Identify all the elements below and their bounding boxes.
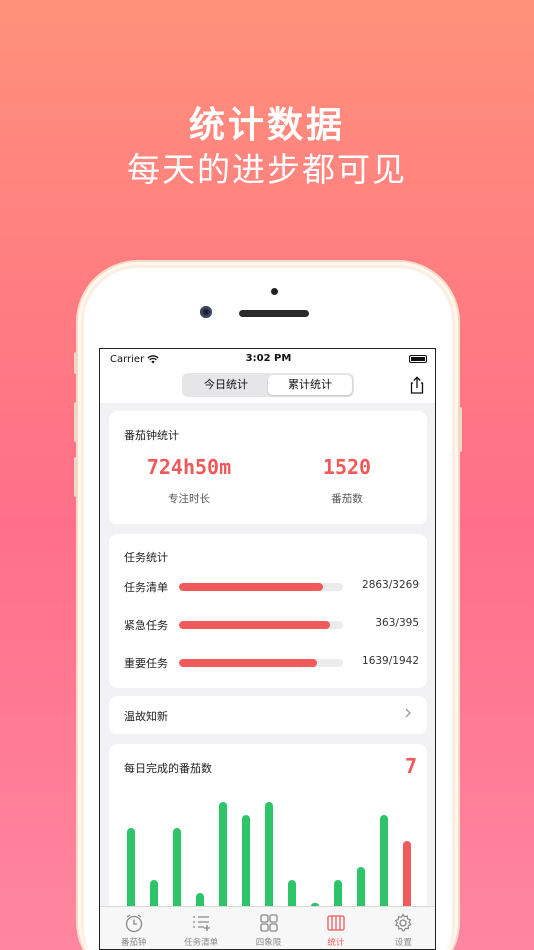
proximity-sensor bbox=[271, 288, 278, 295]
app-screen: Carrier 3:02 PM 今日统计 累计统计 番茄钟统计 724h50m … bbox=[99, 348, 436, 950]
tab-label: 四象限 bbox=[255, 938, 282, 948]
stats-segmented-control: 今日统计 累计统计 bbox=[182, 373, 354, 397]
focus-duration-label: 专注时长 bbox=[168, 493, 210, 505]
task-row-value: 1639/1942 bbox=[362, 655, 419, 667]
status-bar: Carrier 3:02 PM bbox=[100, 349, 435, 369]
chevron-right-icon bbox=[405, 708, 411, 718]
pomodoro-stats-card: 番茄钟统计 724h50m 专注时长 1520 番茄数 bbox=[109, 411, 427, 524]
chart-bar bbox=[403, 841, 412, 906]
tab-pomodoro[interactable]: 番茄钟 bbox=[100, 907, 167, 949]
grid-icon bbox=[259, 914, 278, 932]
tab-quadrants[interactable]: 四象限 bbox=[235, 907, 302, 949]
pomodoro-count-value: 1520 bbox=[322, 455, 372, 479]
task-row-label: 重要任务 bbox=[124, 657, 168, 670]
stats-icon bbox=[327, 915, 345, 931]
mute-switch bbox=[74, 352, 78, 374]
hero-title: 统计数据 bbox=[188, 105, 345, 146]
tab-label: 设置 bbox=[394, 938, 412, 948]
progress-fill bbox=[179, 583, 323, 591]
tab-bar: 番茄钟 任务清单 四象限 统计 设置 bbox=[100, 906, 435, 949]
gear-icon bbox=[395, 913, 413, 932]
task-row-urgent: 紧急任务 363/395 bbox=[124, 616, 419, 632]
progress-fill bbox=[179, 621, 330, 629]
chart-bar bbox=[195, 893, 204, 906]
task-row-important: 重要任务 1639/1942 bbox=[124, 654, 419, 670]
tab-label: 任务清单 bbox=[184, 938, 219, 948]
task-row-value: 363/395 bbox=[375, 617, 419, 629]
volume-down-button bbox=[74, 457, 78, 497]
chart-bar bbox=[172, 828, 181, 906]
focus-duration-value: 724h50m bbox=[146, 455, 232, 479]
tab-task-list[interactable]: 任务清单 bbox=[167, 907, 234, 949]
segment-cumulative[interactable]: 累计统计 bbox=[268, 375, 352, 395]
chart-bar bbox=[149, 880, 158, 906]
tab-settings[interactable]: 设置 bbox=[370, 907, 435, 949]
pomodoro-card-title: 番茄钟统计 bbox=[124, 429, 179, 442]
volume-up-button bbox=[74, 402, 78, 442]
share-icon[interactable] bbox=[407, 375, 427, 395]
chart-bar bbox=[357, 867, 366, 906]
tab-label: 番茄钟 bbox=[120, 938, 147, 948]
earpiece-speaker bbox=[239, 310, 309, 317]
chart-bar bbox=[265, 802, 273, 906]
pomodoro-count-label: 番茄数 bbox=[331, 493, 363, 505]
progress-track bbox=[179, 621, 343, 629]
bar-chart bbox=[119, 794, 419, 906]
review-row[interactable]: 温故知新 bbox=[109, 696, 427, 734]
task-row-list: 任务清单 2863/3269 bbox=[124, 578, 419, 594]
task-card-title: 任务统计 bbox=[124, 551, 168, 564]
today-count-value: 7 bbox=[404, 754, 417, 778]
clock-icon bbox=[125, 914, 142, 933]
segment-today[interactable]: 今日统计 bbox=[184, 375, 268, 395]
review-label: 温故知新 bbox=[124, 710, 168, 723]
nav-bar: 今日统计 累计统计 bbox=[100, 369, 435, 403]
chart-bar bbox=[241, 815, 250, 906]
chart-bar bbox=[126, 828, 135, 906]
tab-label: 统计 bbox=[327, 938, 345, 948]
hero-subtitle: 每天的进步都可见 bbox=[127, 150, 407, 189]
list-icon bbox=[193, 916, 211, 931]
task-row-value: 2863/3269 bbox=[362, 579, 419, 591]
status-time: 3:02 PM bbox=[245, 353, 292, 364]
power-button bbox=[458, 407, 462, 452]
tab-stats[interactable]: 统计 bbox=[302, 907, 369, 949]
task-stats-card: 任务统计 任务清单 2863/3269 紧急任务 363/395 重要任务 16… bbox=[109, 534, 427, 688]
chart-bar bbox=[288, 880, 297, 906]
task-row-label: 紧急任务 bbox=[124, 619, 168, 632]
chart-bar bbox=[334, 880, 343, 906]
progress-track bbox=[179, 659, 343, 667]
chart-bar bbox=[380, 815, 389, 906]
chart-bar bbox=[218, 802, 227, 906]
chart-card-title: 每日完成的番茄数 bbox=[124, 762, 212, 775]
progress-fill bbox=[179, 659, 318, 667]
battery-icon bbox=[409, 355, 427, 363]
task-row-label: 任务清单 bbox=[124, 581, 168, 594]
progress-track bbox=[179, 583, 343, 591]
front-camera bbox=[200, 306, 212, 318]
daily-chart-card: 每日完成的番茄数 7 bbox=[109, 744, 427, 924]
